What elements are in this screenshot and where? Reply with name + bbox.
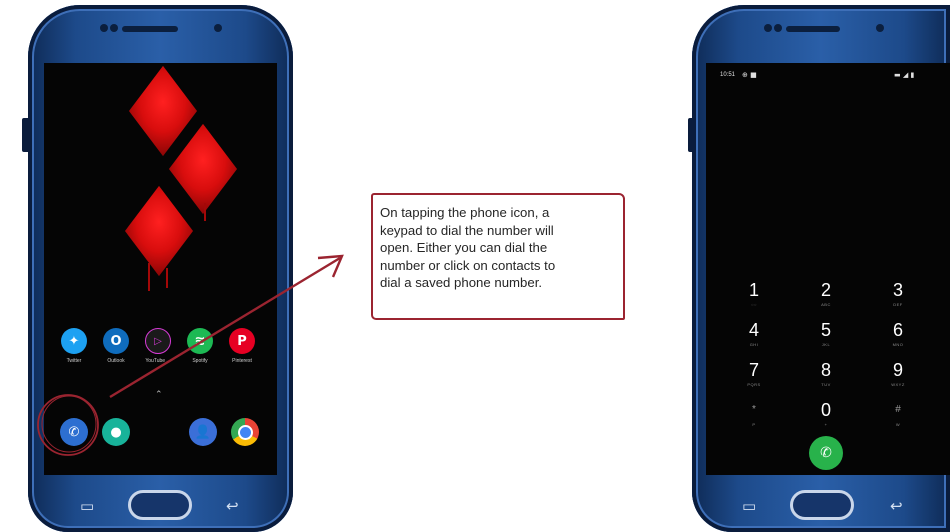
key-digit: 8 bbox=[820, 360, 831, 380]
key-letters: ABC bbox=[821, 302, 831, 307]
sensor-dot bbox=[764, 24, 772, 32]
key-digit: 1 bbox=[748, 280, 759, 300]
battery-signal-icon: ▬ ◢ ▮ bbox=[894, 71, 915, 79]
dial-key-8[interactable]: 8 TUV bbox=[806, 361, 846, 387]
dial-key-9[interactable]: 9 WXYZ bbox=[878, 361, 918, 387]
key-letters: P bbox=[752, 422, 756, 427]
notification-icon: ⊕ ■ bbox=[742, 71, 757, 79]
key-letters: WXYZ bbox=[891, 382, 905, 387]
key-digit: 6 bbox=[892, 320, 903, 340]
dial-key-2[interactable]: 2 ABC bbox=[806, 281, 846, 307]
key-letters: MNO bbox=[892, 342, 904, 347]
annotation-line: dial a saved phone number. bbox=[380, 275, 543, 291]
key-digit: 4 bbox=[748, 320, 759, 340]
dial-key-hash[interactable]: # W bbox=[878, 401, 918, 427]
dial-key-7[interactable]: 7 PQRS bbox=[734, 361, 774, 387]
dial-key-3[interactable]: 3 DEF bbox=[878, 281, 918, 307]
key-digit: 2 bbox=[820, 280, 831, 300]
dial-key-6[interactable]: 6 MNO bbox=[878, 321, 918, 347]
back-icon[interactable]: ↩ bbox=[890, 497, 903, 515]
phone-icon: ✆ bbox=[820, 445, 832, 461]
annotation-line: open. Either you can dial the bbox=[380, 240, 548, 256]
earpiece bbox=[786, 26, 840, 32]
key-letters: ◌◌ bbox=[751, 302, 757, 307]
dial-key-0[interactable]: 0 + bbox=[806, 401, 846, 427]
key-digit: # bbox=[895, 404, 901, 415]
status-time: 10:51 bbox=[720, 72, 736, 78]
dial-key-star[interactable]: * P bbox=[734, 401, 774, 427]
front-camera bbox=[876, 24, 884, 32]
key-letters: DEF bbox=[893, 302, 903, 307]
dial-key-5[interactable]: 5 JKL bbox=[806, 321, 846, 347]
key-digit: 3 bbox=[892, 280, 903, 300]
dial-key-1[interactable]: 1 ◌◌ bbox=[734, 281, 774, 307]
highlight-circle bbox=[37, 394, 99, 456]
dialer-screen: 10:51 ⊕ ■ ▬ ◢ ▮ 1 ◌◌ 2 ABC 3 DEF 4 GHI 5… bbox=[706, 63, 950, 475]
key-letters: TUV bbox=[821, 382, 831, 387]
key-letters: + bbox=[824, 422, 828, 427]
key-letters: GHI bbox=[749, 342, 759, 347]
key-letters: W bbox=[895, 422, 901, 427]
key-letters: JKL bbox=[821, 342, 831, 347]
call-button[interactable]: ✆ bbox=[809, 436, 843, 470]
home-button[interactable] bbox=[790, 490, 854, 520]
annotation-box: On tapping the phone icon, a keypad to d… bbox=[371, 193, 625, 320]
key-digit: 7 bbox=[748, 360, 759, 380]
annotation-line: keypad to dial the number will bbox=[380, 222, 554, 238]
highlight-circle-inner bbox=[41, 395, 97, 453]
key-digit: 0 bbox=[820, 400, 831, 420]
recent-apps-icon[interactable]: ▭ bbox=[742, 497, 756, 515]
key-letters: PQRS bbox=[747, 382, 761, 387]
pointer-arrow-line bbox=[109, 256, 341, 399]
key-digit: * bbox=[752, 404, 756, 415]
sensor-dot bbox=[774, 24, 782, 32]
key-digit: 9 bbox=[892, 360, 903, 380]
dial-key-4[interactable]: 4 GHI bbox=[734, 321, 774, 347]
annotation-line: number or click on contacts to bbox=[380, 257, 556, 273]
key-digit: 5 bbox=[820, 320, 831, 340]
right-phone: 10:51 ⊕ ■ ▬ ◢ ▮ 1 ◌◌ 2 ABC 3 DEF 4 GHI 5… bbox=[692, 5, 950, 532]
annotation-line: On tapping the phone icon, a bbox=[380, 205, 550, 220]
